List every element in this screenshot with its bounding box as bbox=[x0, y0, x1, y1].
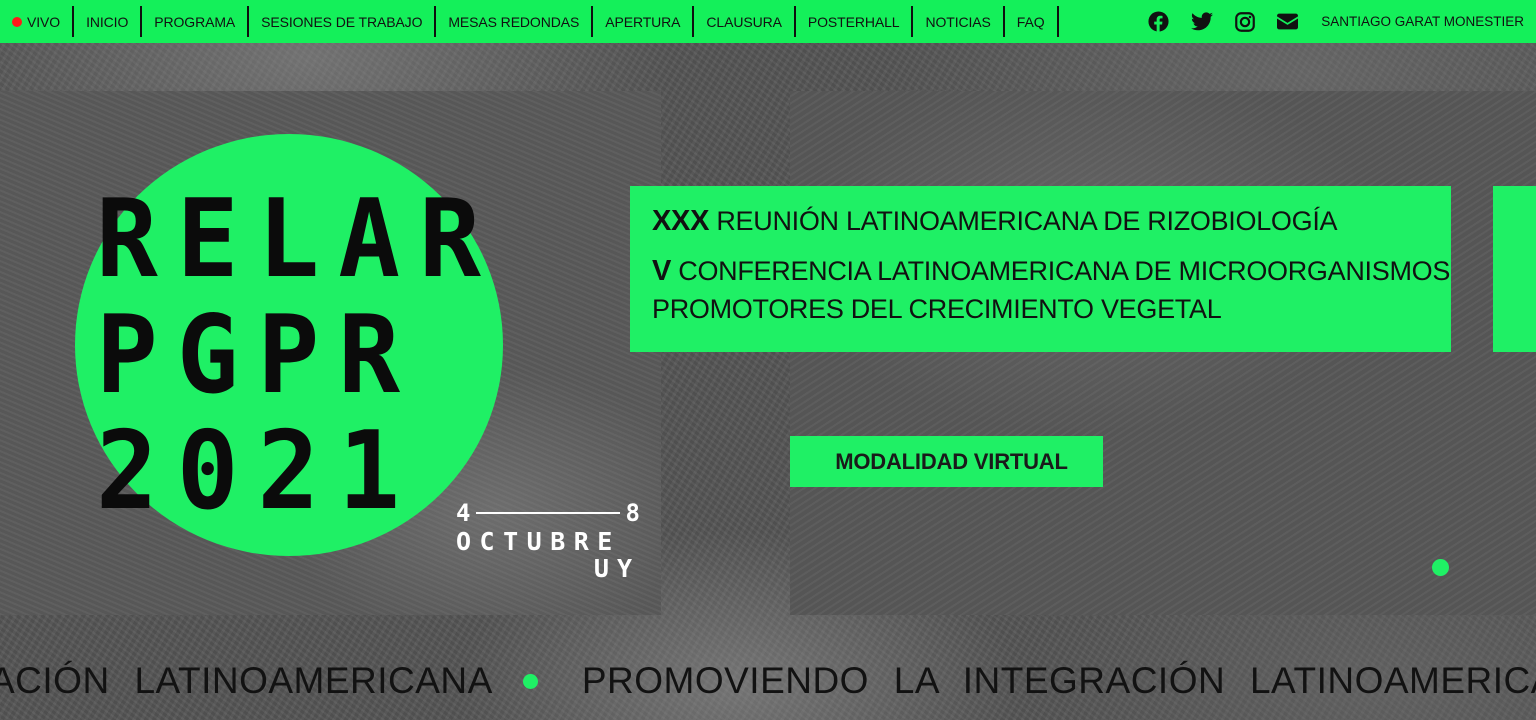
top-nav-bar: VIVO INICIO PROGRAMA SESIONES DE TRABAJO… bbox=[0, 0, 1536, 43]
nav-item-posterhall[interactable]: POSTERHALL bbox=[796, 6, 914, 37]
main-nav: VIVO INICIO PROGRAMA SESIONES DE TRABAJO… bbox=[8, 0, 1059, 43]
nav-item-inicio[interactable]: INICIO bbox=[74, 6, 143, 37]
logo-line-relar: RELAR bbox=[96, 177, 500, 302]
title-line-1: XXX REUNIÓN LATINOAMERICANA DE RIZOBIOLO… bbox=[652, 204, 1429, 238]
marquee-segment: PROMOVIENDO LA INTEGRACIÓN LATINOAMERICA… bbox=[581, 660, 1536, 701]
nav-item-programa[interactable]: PROGRAMA bbox=[142, 6, 250, 37]
nav-item-label: MESAS REDONDAS bbox=[448, 13, 580, 30]
title-line-1-text: REUNIÓN LATINOAMERICANA DE RIZOBIOLOGÍA bbox=[709, 206, 1338, 236]
marquee-dot-icon bbox=[522, 673, 538, 689]
marquee-segment: ACIÓN LATINOAMERICANA bbox=[0, 660, 493, 701]
title-line-3: PROMOTORES DEL CRECIMIENTO VEGETAL bbox=[652, 294, 1222, 324]
marquee-track: ACIÓN LATINOAMERICANA PROMOVIENDO LA INT… bbox=[0, 660, 1536, 702]
nav-item-noticias[interactable]: NOTICIAS bbox=[913, 6, 1005, 37]
title-line-2: V CONFERENCIA LATINOAMERICANA DE MICROOR… bbox=[652, 254, 1450, 288]
title-line-2-bold: V bbox=[652, 255, 672, 287]
date-range: 4 8 bbox=[456, 499, 640, 527]
nav-item-vivo[interactable]: VIVO bbox=[8, 6, 75, 37]
date-month: OCTUBRE bbox=[456, 527, 621, 556]
envelope-icon[interactable] bbox=[1277, 11, 1299, 33]
social-links bbox=[1137, 11, 1309, 33]
instagram-icon[interactable] bbox=[1234, 11, 1256, 33]
twitter-icon[interactable] bbox=[1190, 11, 1213, 33]
date-country: UY bbox=[593, 554, 640, 583]
nav-item-mesas-redondas[interactable]: MESAS REDONDAS bbox=[436, 6, 594, 37]
date-end: 8 bbox=[625, 499, 640, 527]
nav-item-sesiones-de-trabajo[interactable]: SESIONES DE TRABAJO bbox=[249, 6, 437, 37]
user-name-link[interactable]: SANTIAGO GARAT MONESTIER bbox=[1321, 14, 1524, 29]
facebook-icon[interactable] bbox=[1148, 11, 1170, 33]
hero-panel-right bbox=[790, 91, 1536, 615]
date-start: 4 bbox=[456, 499, 471, 527]
nav-item-label: VIVO bbox=[27, 13, 61, 30]
nav-item-apertura[interactable]: APERTURA bbox=[593, 6, 695, 37]
nav-item-label: FAQ bbox=[1016, 13, 1045, 30]
nav-item-label: SESIONES DE TRABAJO bbox=[261, 13, 423, 30]
nav-item-label: CLAUSURA bbox=[706, 13, 782, 30]
nav-item-faq[interactable]: FAQ bbox=[1005, 6, 1059, 37]
title-line-1-bold: XXX bbox=[652, 205, 710, 237]
nav-item-label: INICIO bbox=[86, 13, 129, 30]
modality-badge: MODALIDAD VIRTUAL bbox=[790, 436, 1103, 487]
nav-item-label: APERTURA bbox=[605, 13, 681, 30]
nav-right-group: SANTIAGO GARAT MONESTIER bbox=[1137, 0, 1524, 43]
nav-item-label: PROGRAMA bbox=[154, 13, 236, 30]
nav-item-label: POSTERHALL bbox=[807, 13, 900, 30]
date-divider bbox=[476, 512, 620, 514]
slider-indicator-dot[interactable] bbox=[1432, 559, 1449, 576]
event-title-box: XXX REUNIÓN LATINOAMERICANA DE RIZOBIOLO… bbox=[630, 186, 1451, 352]
marquee-banner: ACIÓN LATINOAMERICANA PROMOVIENDO LA INT… bbox=[0, 640, 1536, 720]
nav-item-clausura[interactable]: CLAUSURA bbox=[694, 6, 796, 37]
logo-line-year: 2021 bbox=[96, 409, 420, 534]
title-line-2-text: CONFERENCIA LATINOAMERICANA DE MICROORGA… bbox=[671, 256, 1451, 286]
live-dot-icon bbox=[12, 16, 22, 27]
event-dates: 4 8 OCTUBRE UY bbox=[456, 499, 640, 583]
next-slide-peek bbox=[1493, 186, 1536, 352]
logo-line-pgpr: PGPR bbox=[96, 293, 420, 418]
nav-item-label: NOTICIAS bbox=[925, 13, 991, 30]
